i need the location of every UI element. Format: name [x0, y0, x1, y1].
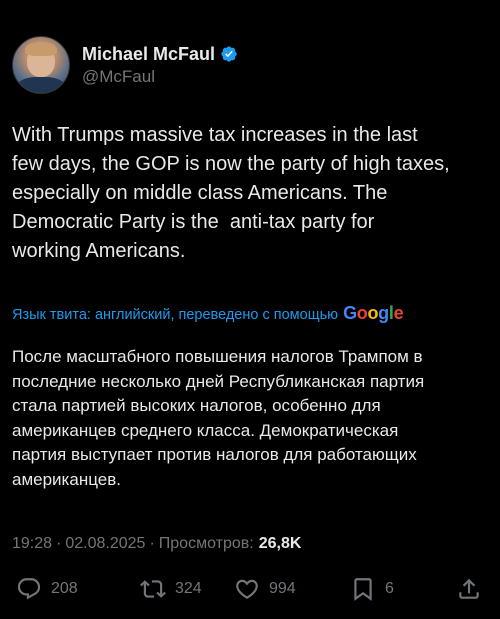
- like-count: 994: [269, 580, 296, 597]
- tweet-date[interactable]: 02.08.2025: [65, 535, 145, 553]
- share-icon: [456, 576, 482, 602]
- translation-note[interactable]: Язык твита: английский, переведено с пом…: [12, 307, 338, 323]
- meta-separator: ·: [56, 535, 62, 552]
- views-count: 26,8K: [258, 535, 302, 552]
- tweet-meta: 19:28 · 02.08.2025 · Просмотров: 26,8K: [12, 535, 301, 553]
- action-bar: 208 324 994 6: [16, 575, 486, 603]
- heart-icon: [234, 576, 260, 602]
- bookmark-icon: [350, 576, 376, 602]
- tweet-header: Michael McFaul @McFaul: [12, 36, 238, 94]
- tweet-time[interactable]: 19:28: [12, 535, 52, 553]
- avatar[interactable]: [12, 36, 70, 94]
- tweet-text: With Trumps massive tax increases in the…: [12, 124, 450, 262]
- repost-count: 324: [175, 580, 202, 597]
- author-handle[interactable]: @McFaul: [82, 66, 238, 88]
- bookmark-button[interactable]: 6: [350, 575, 394, 603]
- like-button[interactable]: 994: [234, 575, 296, 603]
- reply-icon: [16, 576, 42, 602]
- translated-text: После масштабного повышения налогов Трам…: [12, 347, 425, 489]
- verified-badge-icon: [220, 45, 238, 63]
- tweet-card: Michael McFaul @McFaul With Trumps massi…: [0, 0, 500, 619]
- views-label: Просмотров:: [158, 535, 254, 552]
- google-logo: Google: [343, 303, 404, 323]
- share-button[interactable]: [456, 575, 482, 603]
- repost-button[interactable]: 324: [140, 575, 202, 603]
- translation-attribution: Язык твита: английский, переведено с пом…: [12, 303, 404, 324]
- reply-button[interactable]: 208: [16, 575, 78, 603]
- reply-count: 208: [51, 580, 78, 597]
- meta-separator: ·: [149, 535, 155, 552]
- author-info: Michael McFaul @McFaul: [82, 43, 238, 88]
- repost-icon: [140, 576, 166, 602]
- bookmark-count: 6: [385, 580, 394, 597]
- author-display-name[interactable]: Michael McFaul: [82, 43, 215, 65]
